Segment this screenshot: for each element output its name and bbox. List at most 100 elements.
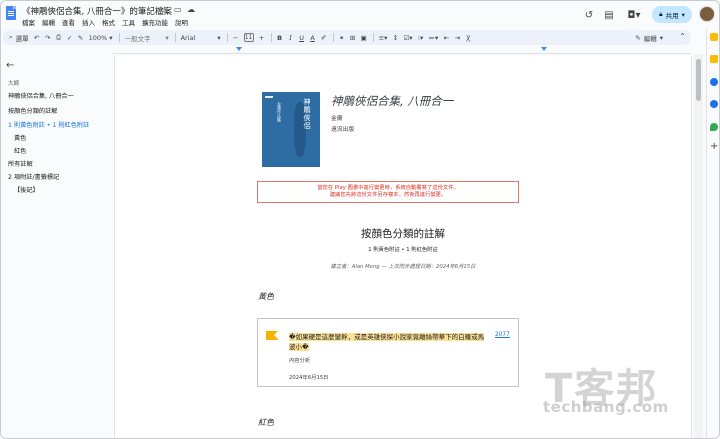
italic-icon[interactable]: I [286, 31, 296, 44]
divider [174, 33, 176, 42]
menu-file[interactable]: 檔案 [22, 17, 35, 27]
outline-item[interactable]: 2 項附註/書籤標記 [8, 172, 59, 181]
cover-title-text: 神鵰俠侶 [303, 98, 311, 130]
maps-icon[interactable] [710, 123, 718, 131]
add-addon-icon[interactable]: + [710, 142, 718, 152]
outline-item[interactable]: 紅色 [14, 146, 26, 155]
menu-help[interactable]: 說明 [175, 17, 188, 27]
checklist-icon[interactable]: ☑▾ [401, 31, 414, 44]
move-folder-icon[interactable]: ▭ [174, 5, 182, 14]
menu-tools[interactable]: 工具 [122, 17, 135, 27]
clear-formatting-icon[interactable]: Ꭓ [463, 31, 473, 44]
bold-icon[interactable]: B [275, 31, 285, 44]
divider [118, 33, 120, 42]
avatar[interactable] [699, 6, 715, 22]
browser-frame: 《神鵰俠侶合集, 八冊合一》的筆記檔案 ☆ ▭ ☁ 檔案 編輯 查看 插入 格式… [0, 0, 720, 439]
section-title: 按顏色分類的註解 [361, 228, 445, 240]
font-size-field[interactable]: 11 [242, 31, 256, 44]
watermark-logo: T客邦 techbang.com [541, 356, 701, 426]
bulleted-list-icon[interactable]: ⁝▾ [416, 31, 426, 44]
section-meta: 建立者：Alan Meng — 上次同步處理日期：2024年6月15日 [330, 264, 476, 270]
style-value: 一般文字 [124, 34, 151, 43]
search-menus-label: 選單 [15, 34, 29, 43]
zoom-select[interactable]: 100% ▾ [87, 31, 115, 44]
text-color-icon[interactable]: A [308, 31, 318, 44]
book-author: 金庸 [331, 116, 343, 122]
highlighted-quote: �如果硬是這麼蠻幹，或是英雄俠探小說家竟離絲帶華下的白羅或馬波小� [289, 333, 485, 351]
outline-item[interactable]: 神鵰俠侶合集, 八冊合一 [8, 91, 74, 100]
divider [332, 33, 334, 42]
highlight-icon[interactable]: ✐ [319, 31, 329, 44]
history-icon[interactable]: ↺ [581, 7, 597, 23]
menu-view[interactable]: 查看 [62, 17, 75, 27]
add-comment-icon[interactable]: ⊞ [348, 31, 358, 44]
note-location-link[interactable]: 2077 [495, 332, 510, 338]
spellcheck-icon[interactable]: ✓ [65, 31, 75, 44]
book-publisher: 遠流出版 [331, 127, 355, 133]
menu-insert[interactable]: 插入 [82, 17, 95, 27]
font-select[interactable]: Arial ▾ [179, 31, 223, 44]
cloud-status-icon[interactable]: ☁ [187, 5, 195, 14]
underline-icon[interactable]: U [297, 31, 307, 44]
collapse-toolbar-icon[interactable]: ⌃ [679, 32, 686, 41]
redo-icon[interactable]: ↷ [43, 31, 53, 44]
zoom-value: 100% [88, 33, 108, 42]
meet-icon[interactable]: ◘▾ [623, 7, 645, 23]
bookmark-flag-icon [266, 331, 278, 340]
font-size-decrease-icon[interactable]: − [231, 31, 241, 44]
title-bar: 《神鵰俠侶合集, 八冊合一》的筆記檔案 ☆ ▭ ☁ 檔案 編輯 查看 插入 格式… [1, 1, 719, 29]
contacts-icon[interactable] [710, 100, 718, 108]
divider [226, 33, 228, 42]
align-icon[interactable]: ≡▾ [377, 31, 390, 44]
link-icon[interactable]: ⚭ [337, 31, 347, 44]
menu-format[interactable]: 格式 [102, 17, 115, 27]
outline-item[interactable]: 按顏色分類的註解 [8, 106, 58, 115]
editing-mode-label: 編輯 [643, 34, 657, 43]
image-icon[interactable]: ▣ [359, 31, 369, 44]
calendar-icon[interactable] [710, 33, 718, 41]
share-label: 共用 [665, 11, 679, 20]
warning-line-2: 建議您先將這份文件另存複本，然後再進行變更。 [329, 192, 447, 198]
outline-item[interactable]: 所有註解 [8, 159, 33, 168]
comment-icon[interactable]: ▤ [601, 7, 617, 23]
share-button[interactable]: 🔒︎ 共用 ▾ [652, 6, 692, 23]
menu-edit[interactable]: 編輯 [42, 17, 55, 27]
book-cover-image: 金庸作品集 神鵰俠侶 [262, 92, 320, 167]
outline-item[interactable]: 【後記】 [14, 185, 39, 194]
docs-logo-icon[interactable] [6, 6, 16, 20]
watermark-en: techbang.com [543, 398, 669, 416]
scrollbar-thumb[interactable] [696, 59, 701, 101]
tasks-icon[interactable] [710, 78, 718, 86]
note-card: �如果硬是這麼蠻幹，或是英雄俠探小說家竟離絲帶華下的白羅或馬波小� 2077 內… [257, 318, 519, 387]
outline-item-active[interactable]: 1 則黃色附註 • 1 則紅色附註 [8, 120, 89, 129]
undo-icon[interactable]: ↶ [32, 31, 42, 44]
line-spacing-icon[interactable]: ↕ [390, 31, 400, 44]
search-menus[interactable]: ⌕ 選單 [7, 31, 31, 44]
left-indent-marker[interactable] [236, 47, 242, 51]
star-icon[interactable]: ☆ [161, 5, 168, 14]
menu-extensions[interactable]: 擴充功能 [142, 17, 168, 27]
editing-mode-select[interactable]: ✎ 編輯 ▾ [635, 30, 663, 45]
outline-item[interactable]: 黃色 [14, 133, 26, 142]
overwrite-warning: 當您在 Play 圖書中進行變更時，系統自動覆寫了這份文件。 建議您先將這份文件… [257, 181, 519, 203]
pencil-icon: ✎ [635, 33, 641, 42]
font-size-value: 11 [243, 33, 254, 42]
red-heading: 紅色 [258, 418, 274, 427]
lock-icon: 🔒︎ [659, 10, 663, 18]
paint-format-icon[interactable]: ✎ [76, 31, 86, 44]
font-size-increase-icon[interactable]: + [257, 31, 267, 44]
decrease-indent-icon[interactable]: ⇤ [441, 31, 451, 44]
divider [372, 33, 374, 42]
numbered-list-icon[interactable]: ≔▾ [427, 31, 441, 44]
keep-icon[interactable] [710, 55, 718, 63]
print-icon[interactable]: ⎙ [54, 31, 64, 44]
style-select[interactable]: 一般文字 ▾ [123, 31, 171, 44]
increase-indent-icon[interactable]: ⇥ [452, 31, 462, 44]
font-value: Arial [180, 33, 196, 42]
document-outline: ← 大綱 神鵰俠侶合集, 八冊合一 按顏色分類的註解 1 則黃色附註 • 1 則… [1, 54, 113, 438]
yellow-heading: 黃色 [258, 292, 274, 301]
back-arrow-icon[interactable]: ← [6, 60, 14, 71]
document-title[interactable]: 《神鵰俠侶合集, 八冊合一》的筆記檔案 [22, 5, 172, 17]
cover-mark [265, 96, 273, 98]
right-indent-marker[interactable] [541, 47, 547, 51]
